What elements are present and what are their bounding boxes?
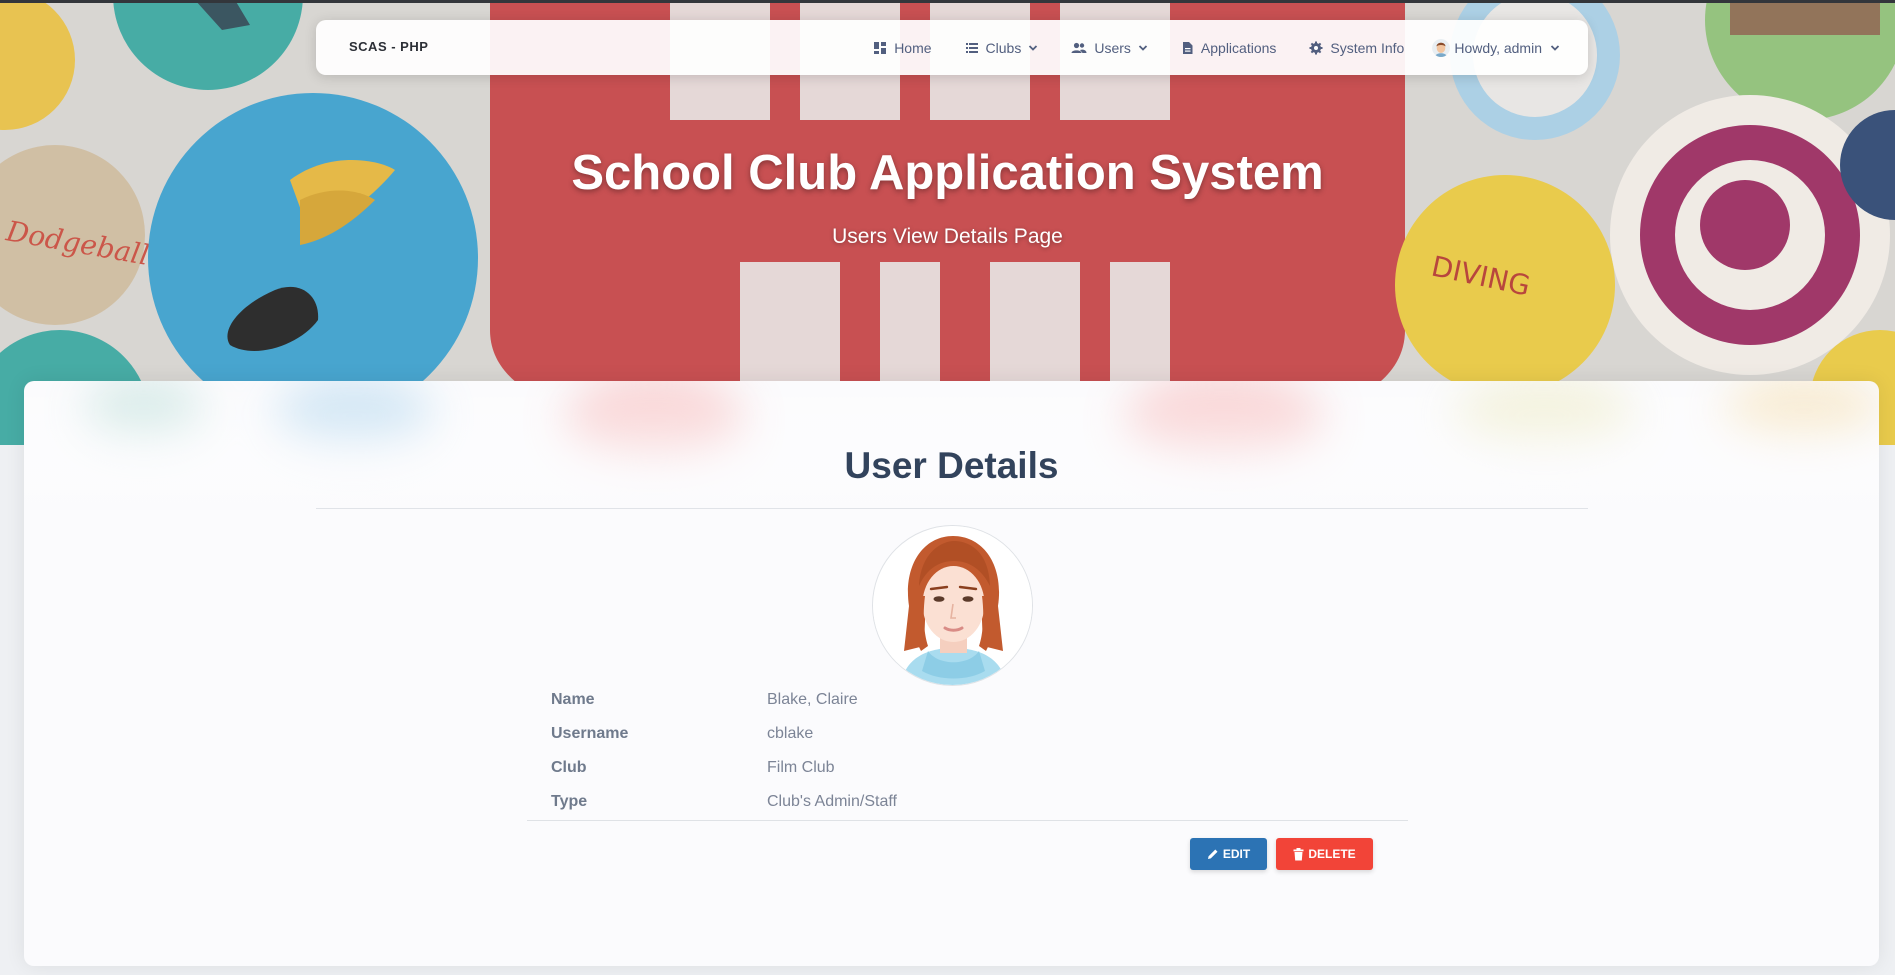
user-menu-label: Howdy, admin: [1454, 39, 1542, 56]
detail-label: Type: [551, 793, 588, 810]
detail-row-name: Name Blake, Claire: [527, 682, 1408, 716]
chevron-down-icon: [1029, 44, 1038, 51]
page-hero-title: School Club Application System: [571, 146, 1324, 200]
pencil-icon: [1207, 849, 1218, 859]
top-navbar: SCAS - PHP Home Clubs Users Applications…: [316, 20, 1588, 75]
people-icon: [1071, 42, 1087, 53]
detail-row-username: Username cblake: [527, 716, 1408, 750]
nav-item-system-info[interactable]: System Info: [1309, 40, 1404, 56]
nav-item-users-label: Users: [1094, 39, 1131, 56]
delete-button-label: DELETE: [1308, 847, 1356, 861]
user-menu[interactable]: Howdy, admin: [1432, 38, 1560, 57]
window-top-border: [0, 0, 1895, 3]
detail-row-type: Type Club's Admin/Staff: [527, 784, 1408, 818]
document-icon: [1182, 41, 1193, 54]
trash-icon: [1293, 847, 1304, 860]
details-divider: [527, 820, 1408, 821]
nav-item-users[interactable]: Users: [1071, 40, 1148, 56]
nav-item-system-info-label: System Info: [1330, 39, 1405, 56]
title-divider: [316, 508, 1588, 509]
detail-label: Username: [551, 725, 629, 742]
brand-link[interactable]: SCAS - PHP: [349, 39, 428, 54]
card-title: User Details: [844, 445, 1059, 486]
chevron-down-icon: [1550, 44, 1560, 51]
user-avatar: [872, 525, 1033, 686]
nav-item-home-label: Home: [894, 39, 932, 56]
user-details-card: User Details Name Blake, Claire Username…: [24, 381, 1879, 966]
detail-value: cblake: [767, 725, 814, 742]
avatar-icon: [1432, 38, 1451, 57]
user-avatar-image: [873, 526, 1032, 685]
nav-item-applications[interactable]: Applications: [1181, 39, 1277, 56]
nav-item-clubs[interactable]: Clubs: [965, 40, 1039, 56]
details-list: Name Blake, Claire Username cblake Club …: [527, 682, 1408, 818]
list-icon: [965, 42, 978, 53]
detail-value: Blake, Claire: [767, 691, 858, 708]
edit-button-label: EDIT: [1222, 847, 1251, 861]
delete-button[interactable]: DELETE: [1276, 838, 1373, 870]
nav-item-applications-label: Applications: [1200, 39, 1277, 56]
detail-label: Club: [551, 759, 587, 776]
detail-row-club: Club Film Club: [527, 750, 1408, 784]
detail-value: Film Club: [767, 759, 835, 776]
detail-label: Name: [551, 691, 595, 708]
edit-button[interactable]: EDIT: [1190, 838, 1267, 870]
nav-items: Home Clubs Users Applications System Inf…: [840, 20, 1560, 75]
dashboard-icon: [874, 41, 887, 54]
detail-value: Club's Admin/Staff: [767, 793, 897, 810]
nav-item-home[interactable]: Home: [873, 39, 932, 56]
chevron-down-icon: [1138, 44, 1148, 51]
page-hero-subtitle: Users View Details Page: [832, 225, 1063, 248]
gear-icon: [1309, 41, 1323, 54]
nav-item-clubs-label: Clubs: [985, 39, 1022, 56]
